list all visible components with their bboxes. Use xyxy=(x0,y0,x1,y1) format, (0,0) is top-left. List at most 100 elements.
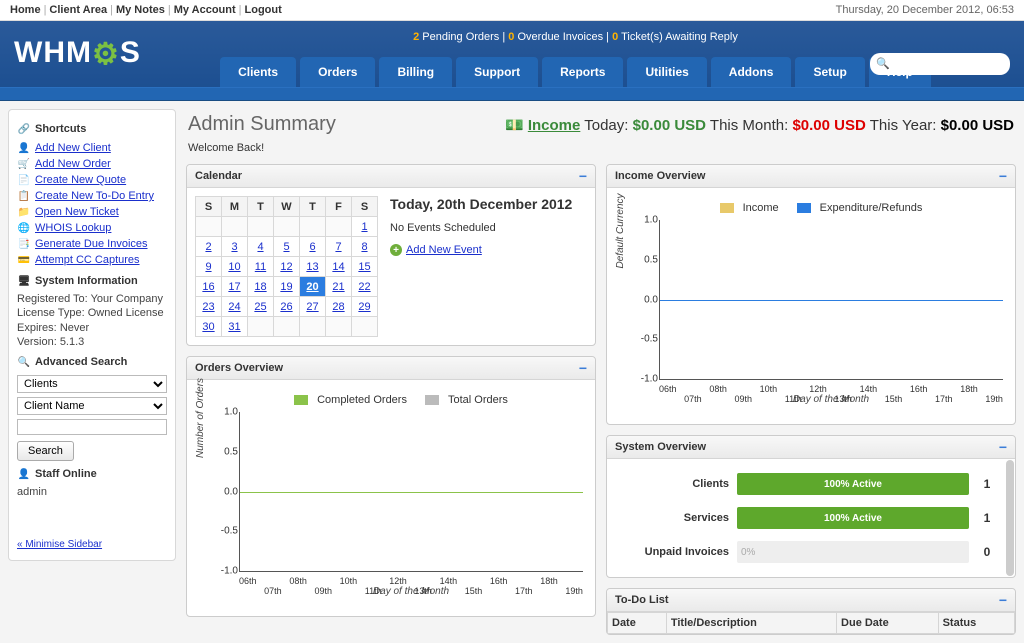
cal-day[interactable]: 26 xyxy=(274,297,300,317)
cal-day[interactable]: 31 xyxy=(222,317,248,337)
welcome-text: Welcome Back! xyxy=(186,138,1016,164)
advsearch-button[interactable]: Search xyxy=(17,441,74,461)
cal-day[interactable]: 5 xyxy=(274,237,300,257)
system-row: Unpaid Invoices0%0 xyxy=(615,535,1001,569)
shortcut-link[interactable]: Attempt CC Captures xyxy=(35,254,140,266)
topnav-my-notes[interactable]: My Notes xyxy=(116,4,165,16)
system-rows: Clients100% Active1Services100% Active1U… xyxy=(607,459,1015,577)
shortcut-link[interactable]: Add New Order xyxy=(35,158,111,170)
shortcut-icon: 📁 xyxy=(17,205,31,219)
nav-support[interactable]: Support xyxy=(456,57,538,87)
topnav-my-account[interactable]: My Account xyxy=(174,4,236,16)
minimize-icon[interactable]: − xyxy=(999,595,1007,605)
cal-day[interactable]: 20 xyxy=(300,277,326,297)
topnav-client-area[interactable]: Client Area xyxy=(49,4,107,16)
minimize-icon[interactable]: − xyxy=(999,171,1007,181)
cal-day[interactable]: 19 xyxy=(274,277,300,297)
info-icon: 🖥 xyxy=(17,274,31,288)
cal-day[interactable]: 10 xyxy=(222,257,248,277)
cal-day[interactable]: 18 xyxy=(248,277,274,297)
notices-bar: 2 Pending Orders | 0 Overdue Invoices | … xyxy=(141,31,1010,43)
minimize-icon[interactable]: − xyxy=(999,442,1007,452)
shortcut-link[interactable]: Create New Quote xyxy=(35,174,126,186)
top-links: Home|Client Area|My Notes|My Account|Log… xyxy=(10,4,282,16)
income-plot: 1.0 0.5 0.0 -0.5 -1.0 xyxy=(659,220,1003,380)
shortcut-link[interactable]: WHOIS Lookup xyxy=(35,222,111,234)
calendar-panel: Calendar− SMTWTFS12345678910111213141516… xyxy=(186,164,596,346)
cal-day[interactable]: 16 xyxy=(196,277,222,297)
cal-day[interactable]: 8 xyxy=(352,237,378,257)
shortcut-link[interactable]: Add New Client xyxy=(35,142,111,154)
nav-strip xyxy=(0,87,1024,101)
cal-day[interactable]: 4 xyxy=(248,237,274,257)
search-icon: 🔍 xyxy=(17,355,31,369)
cal-day[interactable]: 9 xyxy=(196,257,222,277)
minimise-sidebar-link[interactable]: « Minimise Sidebar xyxy=(17,539,167,550)
global-search: 🔍 xyxy=(870,53,1010,75)
calendar-table: SMTWTFS123456789101112131415161718192021… xyxy=(195,196,378,337)
cal-day[interactable]: 24 xyxy=(222,297,248,317)
nav-orders[interactable]: Orders xyxy=(300,57,375,87)
cal-day[interactable]: 2 xyxy=(196,237,222,257)
main-content: Admin Summary 💵 Income Today: $0.00 USD … xyxy=(186,109,1016,635)
shortcut-link[interactable]: Create New To-Do Entry xyxy=(35,190,154,202)
cal-day[interactable]: 6 xyxy=(300,237,326,257)
advsearch-field[interactable]: Client Name xyxy=(17,397,167,415)
cal-day[interactable]: 21 xyxy=(326,277,352,297)
shortcut-link[interactable]: Generate Due Invoices xyxy=(35,238,148,250)
minimize-icon[interactable]: − xyxy=(579,171,587,181)
topnav-home[interactable]: Home xyxy=(10,4,41,16)
nav-addons[interactable]: Addons xyxy=(711,57,792,87)
header: WHM⚙S 2 Pending Orders | 0 Overdue Invoi… xyxy=(0,21,1024,101)
advsearch-input[interactable] xyxy=(17,419,167,435)
advsearch-scope[interactable]: Clients xyxy=(17,375,167,393)
cal-day[interactable]: 15 xyxy=(352,257,378,277)
todo-panel: To-Do List − DateTitle/DescriptionDue Dat… xyxy=(606,588,1016,635)
income-title: Income Overview xyxy=(615,170,706,182)
todo-table: DateTitle/DescriptionDue DateStatus xyxy=(607,612,1015,634)
nav-clients[interactable]: Clients xyxy=(220,57,296,87)
todo-title: To-Do List xyxy=(615,594,669,606)
search-input[interactable] xyxy=(870,53,1010,75)
topnav-logout[interactable]: Logout xyxy=(245,4,282,16)
link-icon: 🔗 xyxy=(17,122,31,136)
cal-day[interactable]: 30 xyxy=(196,317,222,337)
orders-panel: Orders Overview− Number of Orders Comple… xyxy=(186,356,596,617)
cal-day[interactable]: 27 xyxy=(300,297,326,317)
progress-bar: 100% Active xyxy=(737,507,969,529)
cal-day[interactable]: 13 xyxy=(300,257,326,277)
shortcuts-list: 👤Add New Client🛒Add New Order📄Create New… xyxy=(17,140,167,268)
nav-billing[interactable]: Billing xyxy=(379,57,452,87)
advsearch-heading: 🔍Advanced Search xyxy=(17,355,167,369)
system-row-label: Unpaid Invoices xyxy=(619,546,729,558)
scrollbar[interactable] xyxy=(1006,460,1014,576)
cal-day[interactable]: 11 xyxy=(248,257,274,277)
cal-day[interactable]: 12 xyxy=(274,257,300,277)
system-row-count: 1 xyxy=(977,477,997,491)
cal-day[interactable]: 14 xyxy=(326,257,352,277)
shortcut-item: 📁 Open New Ticket xyxy=(17,204,167,220)
cal-day[interactable]: 29 xyxy=(352,297,378,317)
income-link[interactable]: Income xyxy=(528,117,581,134)
add-event-link[interactable]: Add New Event xyxy=(406,244,482,256)
cal-day[interactable]: 17 xyxy=(222,277,248,297)
cal-day[interactable]: 28 xyxy=(326,297,352,317)
minimize-icon[interactable]: − xyxy=(579,363,587,373)
orders-xlabels: 06th07th08th09th10th11th12th13th14th15th… xyxy=(239,576,583,586)
nav-reports[interactable]: Reports xyxy=(542,57,623,87)
shortcut-icon: 📋 xyxy=(17,189,31,203)
cal-day[interactable]: 1 xyxy=(352,217,378,237)
logo: WHM⚙S xyxy=(14,29,141,70)
orders-chart: Number of Orders Completed OrdersTotal O… xyxy=(195,388,587,608)
orders-plot: 1.0 0.5 0.0 -0.5 -1.0 xyxy=(239,412,583,572)
nav-utilities[interactable]: Utilities xyxy=(627,57,706,87)
cal-day[interactable]: 23 xyxy=(196,297,222,317)
cal-day[interactable]: 3 xyxy=(222,237,248,257)
shortcut-icon: 📄 xyxy=(17,173,31,187)
shortcut-link[interactable]: Open New Ticket xyxy=(35,206,119,218)
cal-day[interactable]: 22 xyxy=(352,277,378,297)
shortcut-icon: 📑 xyxy=(17,237,31,251)
cal-day[interactable]: 25 xyxy=(248,297,274,317)
cal-day[interactable]: 7 xyxy=(326,237,352,257)
nav-setup[interactable]: Setup xyxy=(795,57,864,87)
